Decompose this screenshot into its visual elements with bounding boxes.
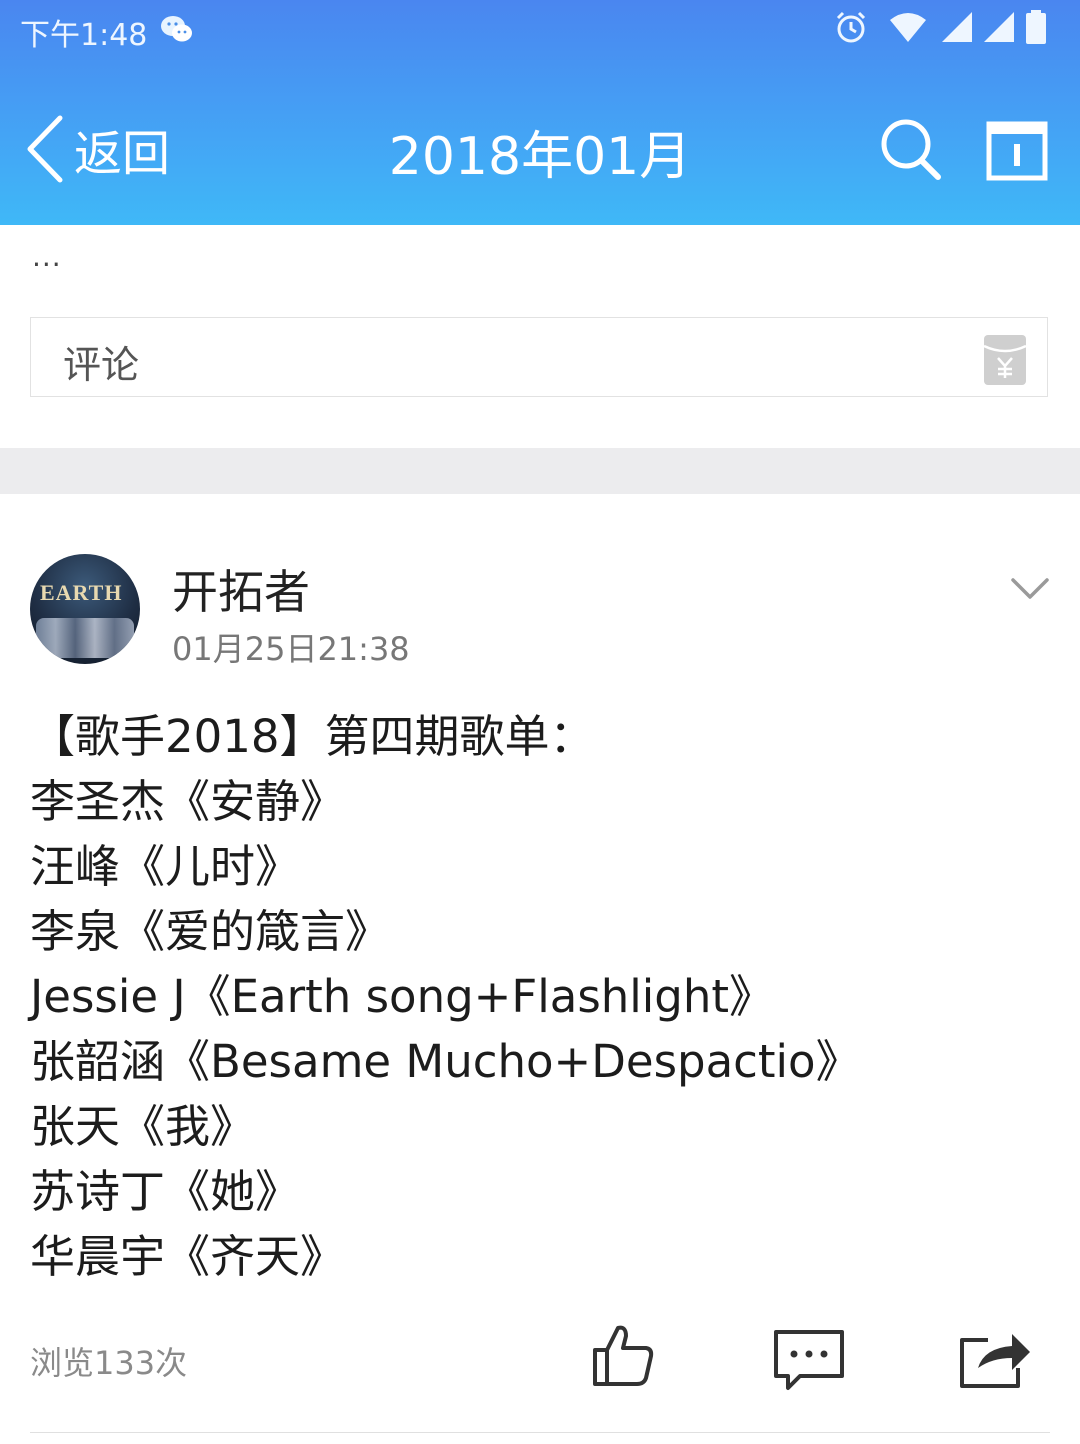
avatar[interactable]: EARTH (30, 554, 140, 664)
post-content: 【歌手2018】第四期歌单： 李圣杰《安静》 汪峰《儿时》 李泉《爱的箴言》 J… (30, 704, 1050, 1289)
post-line: 张韶涵《Besame Mucho+Despactio》 (30, 1035, 861, 1088)
calendar-icon[interactable] (984, 116, 1050, 182)
avatar-text: EARTH (40, 580, 123, 605)
signal-icon (942, 12, 972, 42)
nav-bar: 返回 2018年01月 (0, 100, 1080, 200)
signal-icon-2 (984, 12, 1014, 42)
comment-icon[interactable] (772, 1328, 846, 1392)
bottom-divider (30, 1432, 1050, 1433)
red-packet-icon[interactable] (983, 334, 1027, 386)
status-time: 下午1:48 (20, 18, 148, 53)
post-line: 汪峰《儿时》 (30, 840, 301, 893)
wifi-icon (890, 13, 926, 42)
post-line: 张天《我》 (30, 1100, 256, 1153)
post-line: 【歌手2018】第四期歌单： (30, 710, 595, 763)
post-line: Jessie J《Earth song+Flashlight》 (30, 970, 775, 1023)
post-line: 苏诗丁《她》 (30, 1165, 301, 1218)
alarm-icon (836, 11, 866, 43)
status-bar: 下午1:48 (0, 0, 1080, 64)
thumbs-up-icon[interactable] (590, 1322, 656, 1388)
more-ellipsis[interactable]: ... (32, 240, 62, 273)
chevron-down-icon[interactable] (1010, 576, 1050, 602)
comment-input[interactable]: 评论 (30, 317, 1048, 397)
post-date: 01月25日21:38 (172, 630, 410, 668)
post-line: 华晨宇《齐天》 (30, 1230, 346, 1283)
section-divider (0, 448, 1080, 494)
wechat-icon (161, 16, 192, 42)
post-line: 李泉《爱的箴言》 (30, 905, 391, 958)
app-header: 下午1:48 返回 2018年01月 (0, 0, 1080, 225)
author-name[interactable]: 开拓者 (172, 556, 310, 622)
page-title: 2018年01月 (388, 127, 692, 187)
post-line: 李圣杰《安静》 (30, 775, 346, 828)
chevron-left-icon (27, 115, 63, 183)
back-label: 返回 (74, 126, 171, 182)
search-icon[interactable] (878, 114, 944, 184)
battery-icon (1026, 10, 1046, 44)
back-button[interactable]: 返回 (24, 114, 170, 184)
share-icon[interactable] (958, 1328, 1032, 1390)
view-count: 浏览133次 (30, 1344, 188, 1382)
avatar-image (36, 618, 134, 658)
comment-placeholder: 评论 (63, 343, 140, 387)
